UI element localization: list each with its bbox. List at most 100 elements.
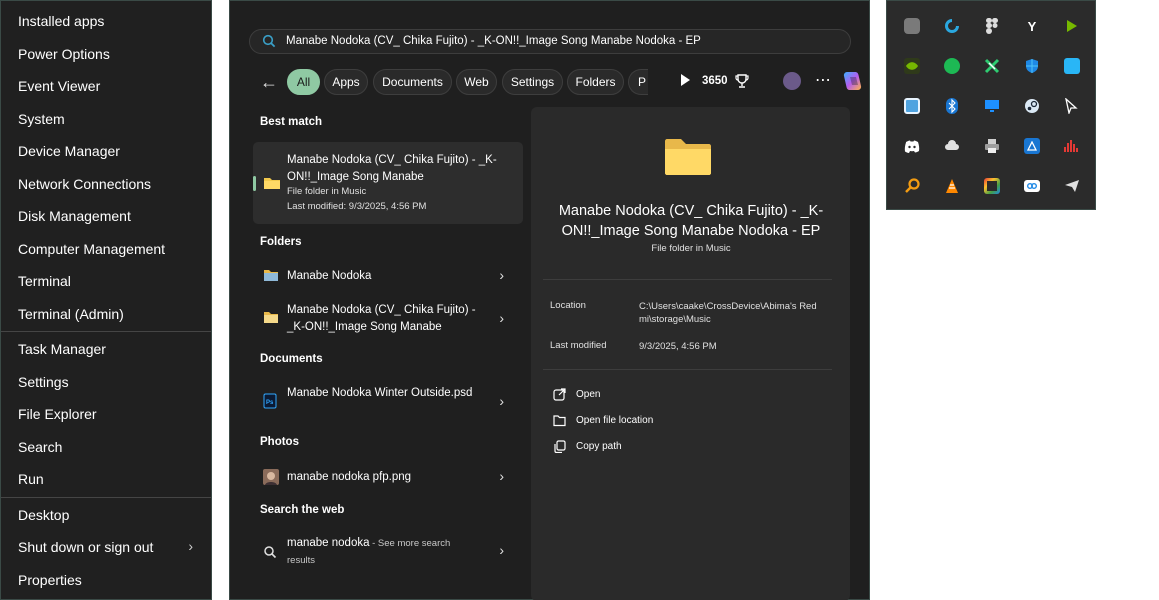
tray-overflow: Y	[886, 0, 1096, 210]
defender-icon[interactable]	[1024, 58, 1040, 74]
discord-icon[interactable]	[904, 138, 920, 154]
filter-web[interactable]: Web	[456, 69, 497, 95]
copy-icon	[554, 440, 566, 453]
open-file-location-action[interactable]: Open file location	[553, 414, 653, 427]
chip-icon[interactable]	[904, 18, 920, 34]
chevron-right-icon: ›	[188, 538, 193, 554]
send-icon[interactable]	[1064, 178, 1080, 194]
window-app-icon[interactable]	[904, 98, 920, 114]
cloud-icon[interactable]	[944, 138, 960, 154]
modified-value: 9/3/2025, 4:56 PM	[639, 341, 717, 352]
search-box[interactable]: Manabe Nodoka (CV_ Chika Fujito) - _K-ON…	[249, 29, 851, 54]
winx-item-settings[interactable]: Settings	[1, 366, 211, 399]
document-result[interactable]: Ps Manabe Nodoka Winter Outside.psd ›	[260, 384, 518, 422]
store-icon[interactable]	[1024, 138, 1040, 154]
cursor-icon[interactable]	[1064, 98, 1080, 114]
best-match-result[interactable]: Manabe Nodoka (CV_ Chika Fujito) - _K-ON…	[253, 142, 523, 224]
square-app-icon[interactable]	[1064, 58, 1080, 74]
nvidia-icon[interactable]	[904, 58, 920, 74]
rewards-icon[interactable]	[735, 73, 749, 89]
winx-item-terminal[interactable]: Terminal	[1, 265, 211, 298]
open-file-location-label: Open file location	[576, 415, 654, 426]
filter-more[interactable]: P	[628, 69, 648, 95]
filter-documents[interactable]: Documents	[373, 69, 452, 95]
open-action[interactable]: Open	[553, 388, 600, 401]
folder-result[interactable]: Manabe Nodoka (CV_ Chika Fujito) - _K-ON…	[260, 301, 518, 339]
winx-item-properties[interactable]: Properties	[1, 564, 211, 597]
copilot-icon[interactable]	[841, 69, 865, 93]
display-icon[interactable]	[984, 98, 1000, 114]
xbox-icon[interactable]	[984, 58, 1000, 74]
audio-icon[interactable]	[1064, 138, 1080, 154]
user-avatar[interactable]	[783, 72, 801, 90]
spotify-icon[interactable]	[944, 58, 960, 74]
winx-item-label: Computer Management	[18, 240, 166, 257]
photo-result[interactable]: manabe nodoka pfp.png ›	[260, 467, 518, 489]
chevron-right-icon[interactable]: ›	[499, 468, 504, 484]
filter-apps[interactable]: Apps	[324, 69, 368, 95]
winx-item-label: Terminal (Admin)	[18, 305, 124, 322]
vpn-icon[interactable]	[944, 18, 960, 34]
section-photos: Photos	[260, 436, 299, 448]
image-thumbnail-icon	[263, 469, 279, 485]
location-label: Location	[550, 300, 586, 311]
search-icon	[262, 34, 276, 48]
figma-icon[interactable]	[984, 18, 1000, 34]
photo-result-title: manabe nodoka pfp.png	[287, 471, 412, 483]
winx-menu: Installed apps Power Options Event Viewer S…	[0, 0, 212, 600]
filter-all[interactable]: All	[287, 69, 320, 95]
winx-item-task-manager[interactable]: Task Manager	[1, 333, 211, 366]
folder-outline-icon	[553, 415, 566, 427]
chevron-right-icon[interactable]: ›	[499, 310, 504, 326]
yandex-icon[interactable]: Y	[1024, 18, 1040, 34]
winx-item-event-viewer[interactable]: Event Viewer	[1, 70, 211, 103]
winx-item-terminal-admin[interactable]: Terminal (Admin)	[1, 298, 211, 331]
filter-folders[interactable]: Folders	[567, 69, 624, 95]
winx-item-desktop[interactable]: Desktop	[1, 499, 211, 532]
more-options-icon[interactable]: ⋯	[815, 70, 832, 90]
web-search-result[interactable]: manabe nodoka - See more search results …	[260, 535, 518, 569]
nvidia-play-icon[interactable]	[1064, 18, 1080, 34]
winx-item-label: Desktop	[18, 506, 70, 523]
winx-item-system[interactable]: System	[1, 103, 211, 136]
folder-result[interactable]: Manabe Nodoka ›	[260, 266, 518, 288]
scroll-filters-icon[interactable]	[681, 74, 690, 86]
winx-item-label: File Explorer	[18, 406, 97, 423]
winx-item-label: Event Viewer	[18, 78, 101, 95]
svg-text:Ps: Ps	[266, 400, 274, 406]
search-app-icon[interactable]	[904, 178, 920, 194]
section-documents: Documents	[260, 353, 323, 365]
winx-item-disk-management[interactable]: Disk Management	[1, 200, 211, 233]
winx-item-power-options[interactable]: Power Options	[1, 38, 211, 71]
winx-item-file-explorer[interactable]: File Explorer	[1, 398, 211, 431]
filter-settings[interactable]: Settings	[502, 69, 563, 95]
details-subtitle: File folder in Music	[651, 243, 731, 254]
folder-result-title: Manabe Nodoka (CV_ Chika Fujito) - _K-ON…	[287, 304, 476, 333]
winx-item-network-connections[interactable]: Network Connections	[1, 168, 211, 201]
photo-app-icon[interactable]	[984, 178, 1000, 194]
back-arrow-icon[interactable]: ←	[260, 72, 278, 93]
printer-icon[interactable]	[984, 138, 1000, 154]
winx-item-search[interactable]: Search	[1, 431, 211, 464]
folder-result-title: Manabe Nodoka	[287, 270, 372, 282]
winx-item-computer-management[interactable]: Computer Management	[1, 233, 211, 266]
winx-item-device-manager[interactable]: Device Manager	[1, 135, 211, 168]
winx-group-power: Desktop Shut down or sign out › Properties	[1, 499, 211, 597]
search-query[interactable]: Manabe Nodoka (CV_ Chika Fujito) - _K-ON…	[286, 35, 701, 47]
steam-icon[interactable]	[1024, 98, 1040, 114]
rewards-points[interactable]: 3650	[702, 75, 728, 87]
vlc-icon[interactable]	[944, 178, 960, 194]
winx-item-label: System	[18, 110, 65, 127]
chevron-right-icon[interactable]: ›	[499, 393, 504, 409]
copy-path-action[interactable]: Copy path	[553, 440, 622, 453]
section-search-web: Search the web	[260, 504, 345, 516]
bluetooth-icon[interactable]	[944, 98, 960, 114]
winx-item-shut-down-or-sign-out[interactable]: Shut down or sign out ›	[1, 531, 211, 564]
link-icon[interactable]	[1024, 178, 1040, 194]
chevron-right-icon[interactable]: ›	[499, 267, 504, 283]
winx-item-installed-apps[interactable]: Installed apps	[1, 5, 211, 38]
chevron-right-icon[interactable]: ›	[499, 542, 504, 558]
winx-item-label: Run	[18, 471, 44, 488]
winx-item-label: Terminal	[18, 273, 71, 290]
winx-item-run[interactable]: Run	[1, 463, 211, 496]
